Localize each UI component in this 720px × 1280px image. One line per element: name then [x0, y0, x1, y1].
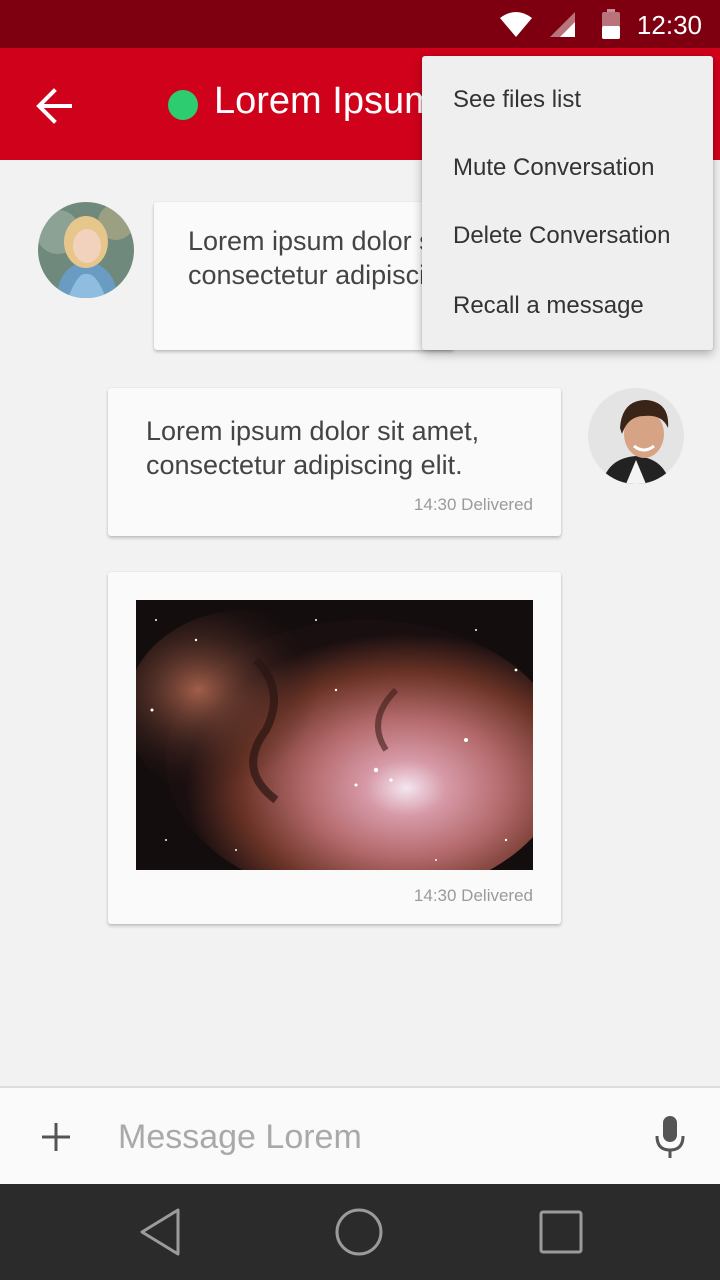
back-arrow-icon[interactable]: [26, 78, 82, 134]
conversation-title[interactable]: Lorem Ipsum: [214, 80, 436, 123]
overflow-menu: See files list Mute Conversation Delete …: [422, 56, 713, 350]
message-text-line-2: consectetur adipiscing elit.: [146, 450, 463, 480]
microphone-icon[interactable]: [652, 1114, 688, 1160]
cell-signal-icon: [550, 12, 575, 37]
menu-item-recall-message[interactable]: Recall a message: [453, 292, 644, 320]
system-nav-bar: [0, 1184, 720, 1280]
message-text: Lorem ipsum dolor sit amet, consectetur …: [146, 414, 479, 482]
status-time: 12:30: [636, 10, 702, 40]
home-nav-icon[interactable]: [333, 1206, 385, 1258]
status-bar: 12:30: [0, 0, 720, 48]
menu-item-mute-conversation[interactable]: Mute Conversation: [453, 154, 654, 182]
battery-icon: [602, 9, 620, 39]
recents-nav-icon[interactable]: [537, 1208, 585, 1256]
message-bubble-image[interactable]: 14:30 Delivered: [108, 572, 561, 924]
message-bubble-received[interactable]: Lorem ipsum dolor sit amet, consectetur …: [154, 202, 521, 350]
my-avatar[interactable]: [588, 388, 684, 484]
message-status: 14:30 Delivered: [413, 495, 533, 514]
online-status-dot: [168, 90, 198, 120]
message-composer: Message Lorem: [0, 1086, 720, 1184]
wifi-icon: [500, 12, 532, 37]
menu-item-see-files-list[interactable]: See files list: [453, 86, 581, 114]
menu-item-delete-conversation[interactable]: Delete Conversation: [453, 222, 670, 250]
message-status: 14:30 Delivered: [413, 886, 533, 905]
shared-image[interactable]: [136, 600, 533, 870]
add-attachment-icon[interactable]: [38, 1119, 74, 1155]
message-input[interactable]: Message Lorem: [118, 1118, 362, 1157]
contact-avatar[interactable]: [38, 202, 134, 298]
message-bubble-sent[interactable]: Lorem ipsum dolor sit amet, consectetur …: [108, 388, 561, 536]
back-nav-icon[interactable]: [136, 1206, 184, 1258]
message-text-line-1: Lorem ipsum dolor sit amet,: [146, 416, 480, 446]
